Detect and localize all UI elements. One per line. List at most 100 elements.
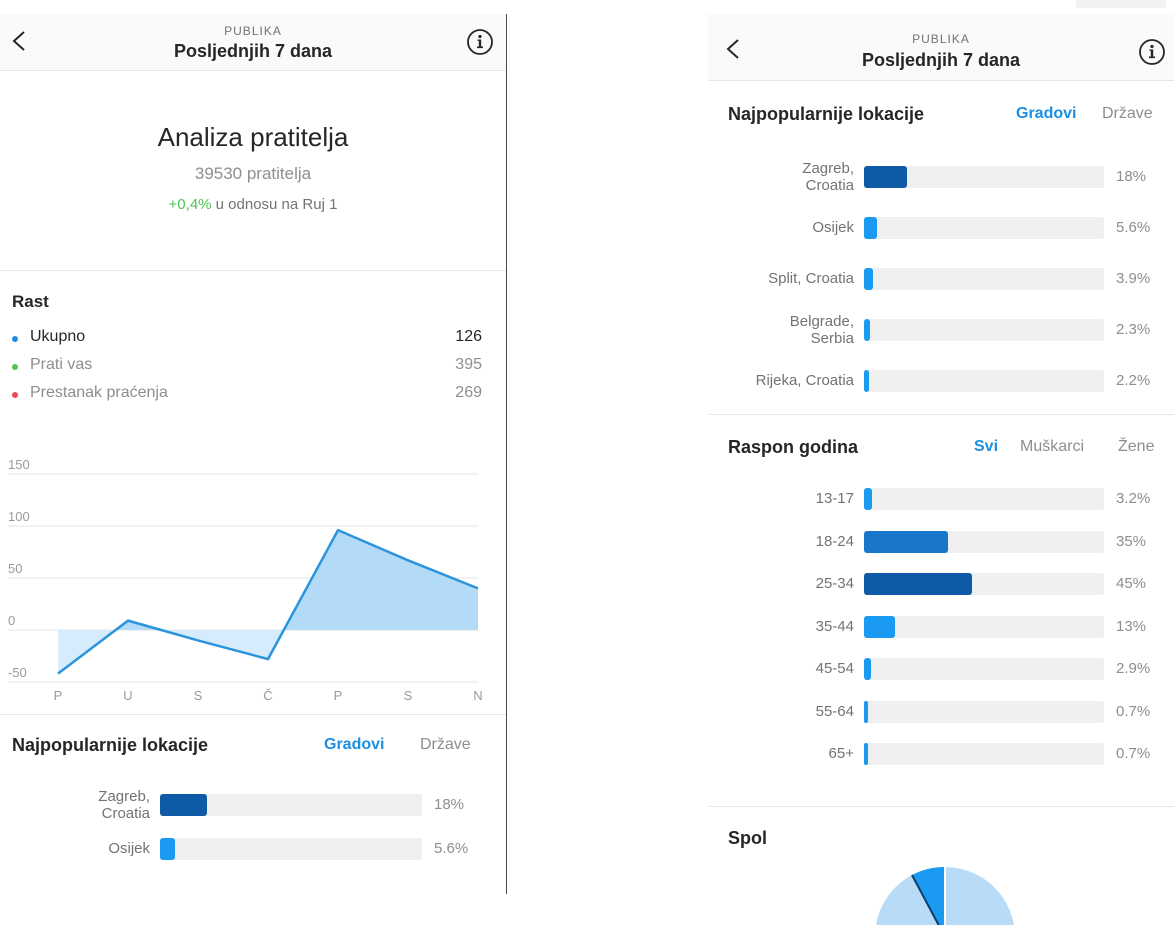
header: PUBLIKA Posljednjih 7 dana [708, 14, 1174, 81]
legend-dot [12, 392, 18, 398]
change-text: u odnosu na Ruj 1 [211, 196, 338, 213]
bar-track [864, 615, 1104, 638]
x-tick-label: S [194, 688, 203, 703]
bar-percent: 0.7% [1116, 745, 1151, 762]
status-bar-fragment [1076, 0, 1166, 8]
bar-label: 13-17 [708, 490, 854, 507]
legend-item-total: Ukupno 126 [12, 328, 482, 350]
bar-fill [864, 217, 878, 239]
growth-chart: 150 100 50 0 -50 P U S Č P S N [8, 457, 483, 703]
left-screen: PUBLIKA Posljednjih 7 dana Analiza prati… [0, 14, 507, 894]
legend-item-unfollows: Prestanak praćenja 269 [12, 384, 482, 406]
header: PUBLIKA Posljednjih 7 dana [0, 14, 506, 71]
divider [0, 270, 506, 271]
header-subtitle: PUBLIKA [912, 32, 970, 46]
bar-track [864, 530, 1104, 553]
header-title: Posljednjih 7 dana [173, 41, 333, 61]
x-tick-label: S [404, 688, 413, 703]
bar-percent: 2.3% [1116, 321, 1151, 338]
tab-countries[interactable]: Države [1102, 105, 1153, 123]
location-row: Rijeka, Croatia 2.2% [708, 361, 1174, 401]
bar-label: 55-64 [708, 703, 854, 720]
bar-label: Split, Croatia [708, 270, 854, 287]
pie-slice-women [945, 867, 1014, 925]
bar-label: 45-54 [708, 660, 854, 677]
bar-fill [864, 573, 972, 595]
change-value: +0,4% [168, 196, 212, 213]
legend-name: Prestanak praćenja [30, 384, 168, 401]
bar-label: 35-44 [708, 618, 854, 635]
legend-name: Prati vas [30, 356, 93, 373]
age-row: 18-24 35% [708, 522, 1174, 562]
divider [708, 806, 1174, 807]
bar-fill [160, 794, 208, 816]
bar-label-line: 35-44 [815, 617, 854, 635]
bar-percent: 35% [1116, 532, 1147, 550]
bar-fill [864, 658, 871, 680]
locations-title: Najpopularnije lokacije [12, 735, 209, 755]
location-row: Osijek 5.6% [0, 829, 506, 869]
follower-change: +0,4% u odnosu na Ruj 1 [0, 196, 506, 213]
bar-fill [864, 319, 870, 341]
info-icon[interactable] [466, 28, 494, 56]
bar-label-line: Serbia [810, 329, 854, 347]
header-title: Posljednjih 7 dana [861, 50, 1021, 70]
bar-fill [864, 615, 896, 638]
follower-analysis: Analiza pratitelja 39530 pratitelja +0,4… [0, 70, 506, 270]
y-tick-label: -50 [8, 665, 27, 680]
bar-label: Osijek [0, 840, 150, 857]
bar-fill [864, 700, 868, 723]
info-icon[interactable] [1138, 38, 1166, 66]
location-row: Zagreb, Croatia 18% [708, 157, 1174, 197]
bar-fill [864, 166, 908, 188]
legend-name: Ukupno [30, 328, 86, 345]
bar-track [160, 794, 422, 816]
bar-percent: 18% [434, 796, 465, 813]
age-range-title: Raspon godina [728, 437, 858, 457]
legend-item-follows: Prati vas 395 [12, 356, 482, 378]
bar-fill [864, 743, 868, 765]
y-tick-label: 100 [8, 509, 30, 524]
tab-cities[interactable]: Gradovi [1016, 105, 1076, 123]
legend-dot [12, 336, 18, 342]
tab-men[interactable]: Muškarci [1020, 438, 1084, 456]
locations-title: Najpopularnije lokacije [728, 104, 925, 124]
x-tick-label: P [334, 688, 343, 703]
legend-value: 126 [455, 328, 482, 345]
bar-label-line: Osijek [812, 219, 854, 236]
bar-percent: 5.6% [434, 840, 469, 857]
bar-percent: 18% [1116, 168, 1147, 185]
bar-fill [864, 370, 870, 392]
bar-label-line: Rijeka, Croatia [755, 372, 854, 389]
bar-label-line: 55-64 [815, 702, 854, 720]
bar-fill [160, 838, 175, 860]
bar-label-line: 25-34 [815, 575, 854, 592]
age-row: 45-54 2.9% [708, 649, 1174, 689]
bar-label-line: Croatia [101, 804, 150, 822]
bar-label-line: 65+ [828, 745, 854, 762]
bar-fill [864, 488, 872, 510]
bar-label-line: Zagreb, [98, 787, 150, 805]
bar-label-line: Osijek [108, 840, 150, 857]
bar-track [864, 268, 1104, 290]
bar-percent: 3.9% [1116, 270, 1151, 287]
right-screen: PUBLIKA Posljednjih 7 dana Najpopularnij… [708, 0, 1174, 925]
bar-label: Rijeka, Croatia [708, 372, 854, 389]
tab-all[interactable]: Svi [974, 438, 998, 456]
bar-track [864, 573, 1104, 595]
location-row: Split, Croatia 3.9% [708, 259, 1174, 299]
age-row: 13-17 3.2% [708, 479, 1174, 519]
y-tick-label: 150 [8, 457, 30, 472]
bar-label: Osijek [708, 219, 854, 236]
follower-count: 39530 pratitelja [194, 164, 312, 183]
bar-track [160, 838, 422, 860]
tab-countries[interactable]: Države [420, 736, 471, 754]
bar-percent: 13% [1116, 617, 1147, 635]
y-tick-label: 50 [8, 561, 22, 576]
x-tick-label: U [123, 688, 132, 703]
bar-label-line: Split, Croatia [768, 270, 854, 287]
tab-women[interactable]: Žene [1118, 438, 1154, 456]
bar-label: 18-24 [708, 533, 854, 550]
tab-cities[interactable]: Gradovi [324, 736, 384, 754]
bar-label: Belgrade, Serbia [708, 313, 854, 347]
